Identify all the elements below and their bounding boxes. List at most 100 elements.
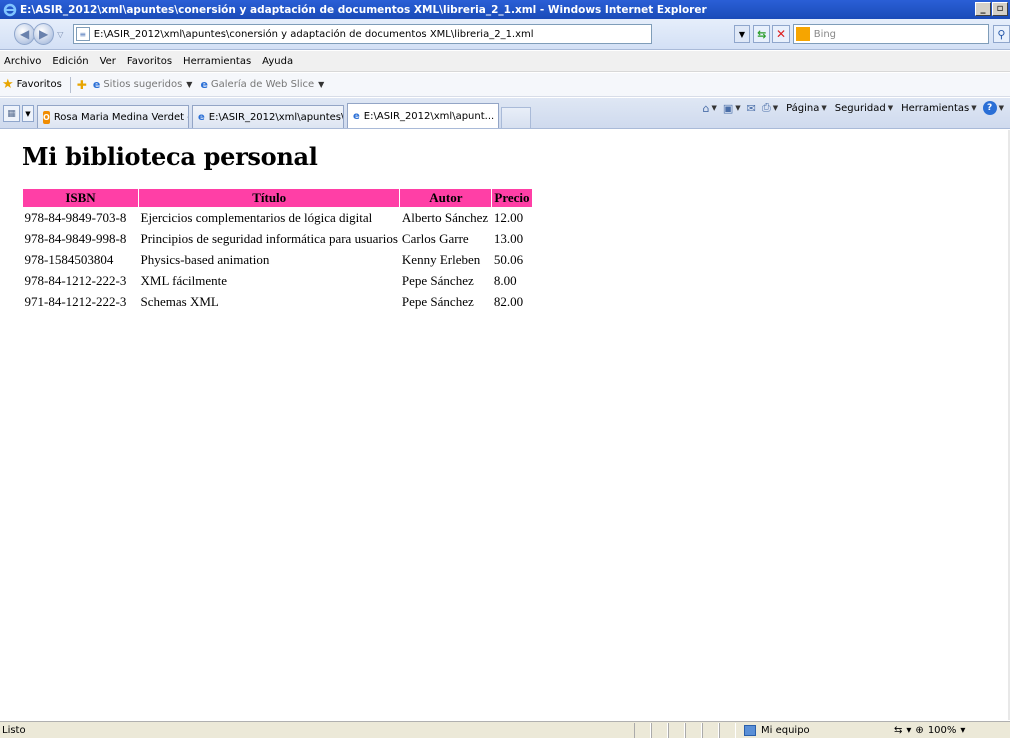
search-icon: ⚲: [997, 27, 1006, 41]
tab-list-dropdown[interactable]: ▼: [22, 105, 34, 122]
forward-button[interactable]: ▶: [33, 23, 55, 45]
status-text: Listo: [2, 724, 26, 736]
page-content: Mi biblioteca personal ISBN Título Autor…: [0, 130, 1008, 720]
price-cell: 12.00: [493, 210, 524, 225]
title-cell: Ejercicios complementarios de lógica dig…: [140, 210, 373, 225]
web-slice-gallery-link[interactable]: Galería de Web Slice: [211, 79, 314, 90]
mail-icon[interactable]: ✉: [747, 102, 756, 115]
chevron-down-icon[interactable]: ▼: [971, 104, 976, 112]
search-placeholder: Bing: [813, 28, 837, 40]
menu-archivo[interactable]: Archivo: [4, 56, 41, 67]
arrow-right-icon: ▶: [39, 27, 49, 41]
chevron-down-icon[interactable]: ▼: [773, 104, 778, 112]
table-row: 978-84-9849-998-8 Principios de segurida…: [23, 229, 533, 250]
outlook-icon: O: [43, 110, 50, 124]
zoom-icon[interactable]: ⊕: [915, 725, 923, 736]
zoom-level[interactable]: 100%: [928, 725, 957, 736]
status-panel: [702, 722, 719, 738]
author-cell: Pepe Sánchez: [401, 294, 474, 309]
chevron-down-icon[interactable]: ▼: [711, 104, 716, 112]
computer-icon: [744, 724, 756, 736]
address-url[interactable]: E:\ASIR_2012\xml\apuntes\conersión y ada…: [94, 29, 534, 40]
minimize-button[interactable]: _: [975, 2, 991, 16]
price-cell: 8.00: [493, 273, 517, 288]
ie-page-icon: e: [353, 110, 360, 122]
isbn-cell: 978-84-1212-222-3: [24, 273, 127, 288]
title-cell: Physics-based animation: [140, 252, 270, 267]
column-header-titulo: Título: [137, 188, 401, 208]
menu-ver[interactable]: Ver: [100, 56, 116, 67]
new-tab-button[interactable]: [501, 107, 531, 128]
chevron-down-icon[interactable]: ▼: [318, 80, 324, 89]
table-row: 978-1584503804 Physics-based animation K…: [23, 250, 533, 271]
suggested-sites-link[interactable]: Sitios sugeridos: [103, 79, 182, 90]
author-cell: Alberto Sánchez: [401, 210, 489, 225]
menu-bar: Archivo Edición Ver Favoritos Herramient…: [0, 51, 1010, 72]
refresh-button[interactable]: ⇆: [753, 25, 771, 43]
favorites-button[interactable]: Favoritos: [17, 79, 62, 90]
print-icon[interactable]: ⎙: [762, 101, 771, 115]
tab-active-xml[interactable]: e E:\ASIR_2012\xml\apunt... ✖: [347, 103, 499, 128]
status-bar: Listo Mi equipo ⇆ ▾ ⊕ 100% ▾: [0, 721, 1010, 738]
column-header-autor: Autor: [399, 188, 493, 208]
menu-ayuda[interactable]: Ayuda: [262, 56, 293, 67]
search-input[interactable]: Bing: [792, 24, 989, 44]
price-cell: 82.00: [493, 294, 524, 309]
web-slice-icon: e: [200, 78, 208, 91]
chevron-down-icon[interactable]: ▾: [906, 725, 911, 736]
pagina-menu[interactable]: Página: [786, 103, 819, 114]
column-header-isbn: ISBN: [22, 188, 139, 208]
tab-label: E:\ASIR_2012\xml\apuntes\...: [208, 111, 344, 123]
menu-herramientas[interactable]: Herramientas: [183, 56, 251, 67]
add-favorite-icon[interactable]: ✚: [77, 78, 87, 92]
status-panel: [719, 722, 736, 738]
maximize-button[interactable]: ▫: [992, 2, 1008, 16]
price-cell: 50.06: [493, 252, 524, 267]
arrow-left-icon: ◀: [19, 27, 30, 41]
feeds-icon[interactable]: ▣: [723, 102, 733, 115]
quick-tabs-button[interactable]: ▦: [3, 105, 20, 122]
navigation-bar: ◀ ▶ ▽ ≡ E:\ASIR_2012\xml\apuntes\conersi…: [0, 19, 1010, 50]
close-icon: ✕: [776, 27, 787, 41]
author-cell: Carlos Garre: [401, 231, 469, 246]
chevron-down-icon[interactable]: ▼: [186, 80, 192, 89]
window-title: E:\ASIR_2012\xml\apuntes\conersión y ada…: [20, 3, 707, 16]
tab-label: Rosa Maria Medina Verdet - ...: [53, 111, 189, 123]
favorites-star-icon: ★: [2, 77, 14, 92]
address-bar[interactable]: ≡ E:\ASIR_2012\xml\apuntes\conersión y a…: [72, 24, 652, 44]
ie-page-icon: e: [198, 111, 205, 123]
chevron-down-icon[interactable]: ▼: [888, 104, 893, 112]
search-button[interactable]: ⚲: [992, 25, 1010, 43]
price-cell: 13.00: [493, 231, 524, 246]
home-icon[interactable]: ⌂: [703, 102, 710, 115]
table-row: 978-84-9849-703-8 Ejercicios complementa…: [23, 208, 533, 230]
zone-label: Mi equipo: [761, 724, 810, 736]
bing-icon: [795, 27, 810, 41]
back-button[interactable]: ◀: [14, 23, 36, 45]
author-cell: Pepe Sánchez: [401, 273, 474, 288]
stop-button[interactable]: ✕: [772, 25, 790, 43]
tab-label: E:\ASIR_2012\xml\apunt...: [363, 110, 495, 122]
menu-favoritos[interactable]: Favoritos: [127, 56, 172, 67]
table-header-row: ISBN Título Autor Precio: [22, 188, 533, 208]
isbn-cell: 978-1584503804: [24, 252, 114, 267]
chevron-down-icon[interactable]: ▼: [735, 104, 740, 112]
recent-pages-dropdown[interactable]: ▽: [57, 30, 67, 39]
favorites-bar: ★ Favoritos ✚ e Sitios sugeridos ▼ e Gal…: [0, 73, 1010, 97]
help-icon[interactable]: ?: [982, 101, 997, 115]
title-cell: Principios de seguridad informática para…: [140, 231, 398, 246]
tab-xml-apuntes[interactable]: e E:\ASIR_2012\xml\apuntes\...: [192, 105, 344, 128]
menu-edicion[interactable]: Edición: [52, 56, 88, 67]
books-table: ISBN Título Autor Precio 978-84-9849-703…: [22, 188, 533, 313]
chevron-down-icon[interactable]: ▾: [960, 725, 965, 736]
chevron-down-icon[interactable]: ▼: [999, 104, 1004, 112]
protected-mode-icon[interactable]: ⇆: [894, 725, 902, 736]
security-zone[interactable]: Mi equipo: [744, 724, 884, 736]
address-dropdown-button[interactable]: ▼: [733, 25, 751, 43]
ie-page-icon: e: [92, 78, 101, 91]
tab-rosa-maria[interactable]: O Rosa Maria Medina Verdet - ...: [37, 105, 189, 128]
status-panel: [651, 722, 668, 738]
chevron-down-icon[interactable]: ▼: [821, 104, 826, 112]
herramientas-menu[interactable]: Herramientas: [901, 103, 969, 114]
seguridad-menu[interactable]: Seguridad: [835, 103, 886, 114]
